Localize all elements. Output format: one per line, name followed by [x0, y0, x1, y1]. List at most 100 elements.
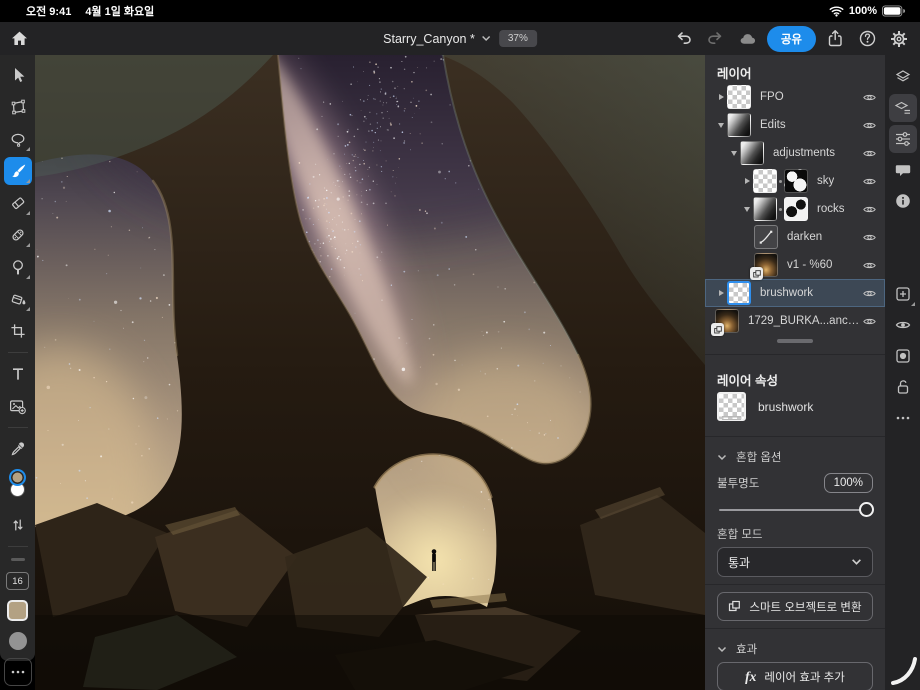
opacity-slider[interactable]: [719, 502, 871, 518]
effects-header[interactable]: 효과: [705, 636, 885, 662]
help-button[interactable]: [854, 26, 880, 52]
mask-link-icon: [779, 208, 782, 211]
layer-mask-button[interactable]: [889, 342, 917, 370]
tool-healing-brush[interactable]: [4, 221, 32, 249]
visibility-toggle-icon[interactable]: [862, 286, 877, 301]
photoshop-ipad-app: 오전 9:41 4월 1일 화요일 100% Starry_Canyon * 3…: [0, 0, 920, 690]
layer-more-options-button[interactable]: [889, 404, 917, 432]
adjustments-panel-button[interactable]: [889, 125, 917, 153]
clock: 오전 9:41: [26, 3, 71, 19]
caret-right-icon[interactable]: [741, 178, 753, 184]
tool-move[interactable]: [4, 61, 32, 89]
add-layer-effects-button[interactable]: fx 레이어 효과 추가: [717, 662, 873, 690]
visibility-toggle-icon[interactable]: [862, 90, 877, 105]
opacity-label: 불투명도: [717, 475, 759, 491]
layers-panel: 레이어 FPO Edits adjustments sky rocks darken v1 …: [705, 55, 885, 690]
tool-place-image[interactable]: [4, 392, 32, 420]
brush-size-field[interactable]: 16: [6, 572, 29, 590]
tool-brush[interactable]: [4, 157, 32, 185]
panel-drag-handle[interactable]: [777, 339, 813, 343]
tool-fill-bucket[interactable]: [4, 285, 32, 313]
tool-dodge-burn[interactable]: [4, 253, 32, 281]
undo-button[interactable]: [671, 26, 697, 52]
visibility-toggle-icon[interactable]: [862, 230, 877, 245]
export-icon[interactable]: [822, 26, 848, 52]
visibility-toggle-icon[interactable]: [862, 314, 877, 329]
visibility-toggle-icon[interactable]: [862, 118, 877, 133]
layer-thumbnail[interactable]: [754, 225, 778, 249]
opacity-slider-knob[interactable]: [859, 502, 874, 517]
visibility-toggle-icon[interactable]: [862, 258, 877, 273]
caret-right-icon[interactable]: [715, 290, 727, 296]
layer-row[interactable]: darken: [705, 223, 885, 251]
layer-row[interactable]: brushwork: [705, 279, 885, 307]
tool-eyedropper[interactable]: [4, 435, 32, 463]
convert-smart-object-button[interactable]: 스마트 오브젝트로 변환: [717, 592, 873, 621]
layer-name: FPO: [760, 91, 784, 103]
layer-row[interactable]: sky: [705, 167, 885, 195]
cloud-sync-icon[interactable]: [735, 26, 761, 52]
layer-row[interactable]: Edits: [705, 111, 885, 139]
layer-visibility-button[interactable]: [889, 311, 917, 339]
lock-layer-button[interactable]: [889, 373, 917, 401]
screen-corner-arc: [891, 657, 917, 685]
brush-color-swatch[interactable]: [7, 600, 28, 621]
settings-gear-icon[interactable]: [886, 26, 912, 52]
tool-eraser[interactable]: [4, 189, 32, 217]
layer-thumbnail[interactable]: [753, 197, 777, 221]
layer-name: brushwork: [760, 287, 813, 299]
layer-thumbnail[interactable]: [754, 253, 778, 277]
redo-button[interactable]: [703, 26, 729, 52]
brush-tip-preview[interactable]: [9, 632, 27, 650]
opacity-slider-track[interactable]: [719, 509, 871, 511]
layer-thumbnail[interactable]: [753, 169, 777, 193]
caret-down-icon[interactable]: [741, 207, 753, 212]
canvas-image[interactable]: [35, 55, 705, 690]
info-button[interactable]: [889, 187, 917, 215]
selected-layer-thumbnail: [717, 392, 746, 421]
layer-thumbnail[interactable]: [727, 281, 751, 305]
layer-thumbnail[interactable]: [715, 309, 739, 333]
foreground-color-well[interactable]: [9, 469, 26, 486]
blend-mode-dropdown[interactable]: 통과: [717, 547, 873, 577]
toolbar-more-button[interactable]: [4, 658, 32, 686]
layers-view-button[interactable]: [889, 63, 917, 91]
layer-thumbnail[interactable]: [727, 85, 751, 109]
home-button[interactable]: [6, 26, 32, 52]
tool-type[interactable]: [4, 360, 32, 388]
toolbar-drag-pill[interactable]: [11, 558, 25, 561]
toolbar-divider: [8, 352, 28, 353]
caret-down-icon[interactable]: [715, 123, 727, 128]
chevron-down-icon: [717, 646, 727, 653]
layer-row[interactable]: adjustments: [705, 139, 885, 167]
document-title[interactable]: Starry_Canyon *: [383, 32, 491, 46]
divider: [705, 628, 885, 629]
share-button[interactable]: 공유: [767, 26, 816, 52]
layer-row[interactable]: rocks: [705, 195, 885, 223]
opacity-value-field[interactable]: 100%: [824, 473, 873, 493]
layer-row[interactable]: v1 - %60: [705, 251, 885, 279]
caret-right-icon[interactable]: [715, 94, 727, 100]
visibility-toggle-icon[interactable]: [862, 146, 877, 161]
swap-arrows-icon[interactable]: [4, 511, 32, 539]
comments-button[interactable]: [889, 156, 917, 184]
layer-row[interactable]: FPO: [705, 83, 885, 111]
app-header: Starry_Canyon * 37% 공유: [0, 22, 920, 55]
tool-crop[interactable]: [4, 317, 32, 345]
tool-lasso[interactable]: [4, 125, 32, 153]
layer-row[interactable]: 1729_BURKA...anced-NR33: [705, 307, 885, 335]
tool-transform[interactable]: [4, 93, 32, 121]
blend-options-header[interactable]: 혼합 옵션: [705, 444, 885, 470]
add-layer-button[interactable]: [889, 280, 917, 308]
visibility-toggle-icon[interactable]: [862, 174, 877, 189]
chevron-down-icon: [481, 35, 491, 42]
visibility-toggle-icon[interactable]: [862, 202, 877, 217]
layer-properties-panel-button[interactable]: [889, 94, 917, 122]
layer-mask-thumbnail[interactable]: [784, 197, 808, 221]
layer-thumbnail[interactable]: [727, 113, 751, 137]
caret-down-icon[interactable]: [728, 151, 740, 156]
layer-mask-thumbnail[interactable]: [784, 169, 808, 193]
layer-thumbnail[interactable]: [740, 141, 764, 165]
zoom-level-badge[interactable]: 37%: [499, 30, 537, 47]
toolbar-divider: [8, 546, 28, 547]
